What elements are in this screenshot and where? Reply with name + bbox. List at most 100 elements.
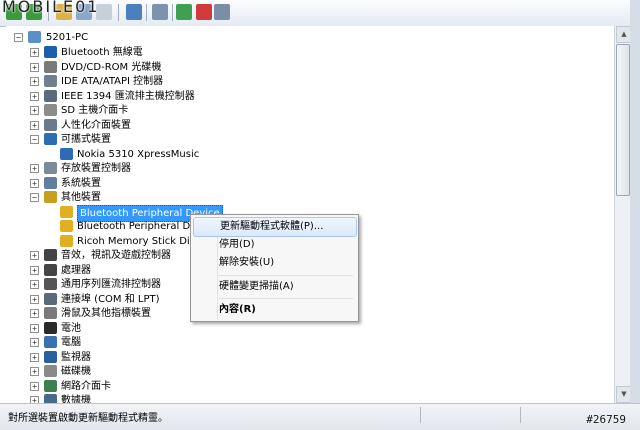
tree-item-label: 滑鼠及其他指標裝置 <box>61 308 151 319</box>
expand-icon[interactable]: + <box>30 265 39 275</box>
tree-item-label: 監視器 <box>61 351 91 363</box>
tree-item-label: 電腦 <box>61 337 81 348</box>
tree-item-label: 人性化介面裝置 <box>61 119 131 131</box>
tree-item-label: 網路介面卡 <box>61 380 111 392</box>
expand-icon[interactable]: + <box>30 323 39 333</box>
status-pane-divider <box>520 407 521 423</box>
dvd-drive-icon <box>44 60 57 73</box>
collapse-icon[interactable]: − <box>14 33 23 42</box>
menu-label: 停用(D) <box>219 239 255 250</box>
menu-separator <box>219 298 353 299</box>
battery-icon <box>44 321 57 334</box>
tree-item-label: 連接埠 (COM 和 LPT) <box>61 293 160 305</box>
tree-item-label: 數據機 <box>61 395 91 403</box>
tree-item-label: SD 主機介面卡 <box>61 105 129 116</box>
root-label: 5201-PC <box>46 32 89 43</box>
port-icon <box>44 292 57 305</box>
menu-item-update-driver[interactable]: 更新驅動程式軟體(P)... <box>193 217 357 237</box>
expand-icon[interactable]: + <box>30 164 39 173</box>
sd-card-icon <box>44 104 57 116</box>
expand-icon[interactable]: + <box>30 381 39 391</box>
collapse-icon[interactable]: − <box>30 135 39 144</box>
menu-label: 內容(R) <box>219 304 256 315</box>
disk-drive-icon <box>44 365 57 377</box>
tree-item-label: 處理器 <box>61 264 91 276</box>
phone-icon <box>60 147 73 160</box>
help-icon[interactable] <box>126 4 142 20</box>
monitor-icon <box>44 350 57 363</box>
expand-icon[interactable]: + <box>30 367 39 376</box>
expand-icon[interactable]: + <box>30 309 39 318</box>
menu-label: 解除安裝(U) <box>219 257 275 268</box>
warning-device-icon <box>60 234 73 247</box>
expand-icon[interactable]: + <box>30 396 39 403</box>
expand-icon[interactable]: + <box>30 62 39 72</box>
expand-icon[interactable]: + <box>30 106 39 115</box>
processor-icon <box>44 263 57 276</box>
menu-separator <box>219 275 353 276</box>
ide-controller-icon <box>44 75 57 87</box>
toolbar-separator <box>146 4 147 21</box>
expand-icon[interactable]: + <box>30 91 39 101</box>
status-text: 對所選裝置啟動更新驅動程式精靈。 <box>8 413 168 424</box>
context-menu: 更新驅動程式軟體(P)... 停用(D) 解除安裝(U) 硬體變更掃描(A) 內… <box>190 214 359 322</box>
collapse-icon[interactable]: − <box>30 193 39 202</box>
tree-item-label: IDE ATA/ATAPI 控制器 <box>61 76 164 87</box>
speaker-icon <box>44 249 57 261</box>
scroll-thumb[interactable] <box>616 44 630 196</box>
tree-item-label: Bluetooth Peripheral Devi <box>77 221 206 232</box>
scan-hardware-icon[interactable] <box>152 4 168 20</box>
window-frame <box>630 0 640 429</box>
toolbar: MOBILE01 <box>0 0 640 27</box>
warning-device-icon <box>60 220 73 232</box>
tree-item-label: 系統裝置 <box>61 177 101 189</box>
vertical-scrollbar[interactable]: ▲ ▼ <box>614 26 632 403</box>
menu-item-uninstall[interactable]: 解除安裝(U) <box>193 253 355 273</box>
modem-icon <box>44 394 57 403</box>
menu-item-properties[interactable]: 內容(R) <box>193 300 355 320</box>
other-devices-icon <box>44 191 57 203</box>
menu-label: 硬體變更掃描(A) <box>219 281 294 292</box>
ieee1394-icon <box>44 89 57 102</box>
status-bar: 對所選裝置啟動更新驅動程式精靈。 #26759 <box>0 403 640 430</box>
storage-controller-icon <box>44 162 57 174</box>
tree-item-label: 可攜式裝置 <box>61 134 111 145</box>
system-device-icon <box>44 176 57 189</box>
expand-icon[interactable]: + <box>30 120 39 130</box>
bluetooth-icon <box>44 46 57 58</box>
tree-item-label: DVD/CD-ROM 光碟機 <box>61 61 162 73</box>
tree-item-label: IEEE 1394 匯流排主機控制器 <box>61 90 195 102</box>
expand-icon[interactable]: + <box>30 77 39 86</box>
status-pane-divider <box>420 407 421 423</box>
toolbar-separator <box>172 4 173 21</box>
tree-item-label: Bluetooth 無線電 <box>61 47 143 58</box>
menu-label: 更新驅動程式軟體(P)... <box>220 221 324 232</box>
expand-icon[interactable]: + <box>30 48 39 57</box>
update-driver-icon[interactable] <box>176 4 192 20</box>
expand-icon[interactable]: + <box>30 338 39 347</box>
tree-item-label: Nokia 5310 XpressMusic <box>77 148 200 160</box>
computer-icon <box>44 336 57 348</box>
tree-item-label: 其他裝置 <box>61 192 101 203</box>
watermark-tag: #26759 <box>586 413 626 426</box>
expand-icon[interactable]: + <box>30 251 39 260</box>
mouse-icon <box>44 307 57 319</box>
expand-icon[interactable]: + <box>30 294 39 304</box>
tree-item-label: 存放裝置控制器 <box>61 163 131 174</box>
expand-icon[interactable]: + <box>30 280 39 289</box>
menu-item-scan[interactable]: 硬體變更掃描(A) <box>193 277 355 297</box>
toolbar-separator <box>118 4 119 21</box>
menu-item-disable[interactable]: 停用(D) <box>193 235 355 255</box>
disable-icon[interactable] <box>214 4 230 20</box>
expand-icon[interactable]: + <box>30 178 39 188</box>
portable-device-icon <box>44 133 57 145</box>
tree-item-label: 音效，視訊及遊戲控制器 <box>61 250 171 261</box>
watermark-logo: MOBILE01 <box>2 0 100 16</box>
tree-item-label: 磁碟機 <box>61 366 91 377</box>
usb-icon <box>44 278 57 290</box>
network-adapter-icon <box>44 379 57 392</box>
warning-device-icon <box>60 205 73 218</box>
expand-icon[interactable]: + <box>30 352 39 362</box>
tree-item-label: 通用序列匯流排控制器 <box>61 279 161 290</box>
uninstall-icon[interactable] <box>196 4 212 20</box>
